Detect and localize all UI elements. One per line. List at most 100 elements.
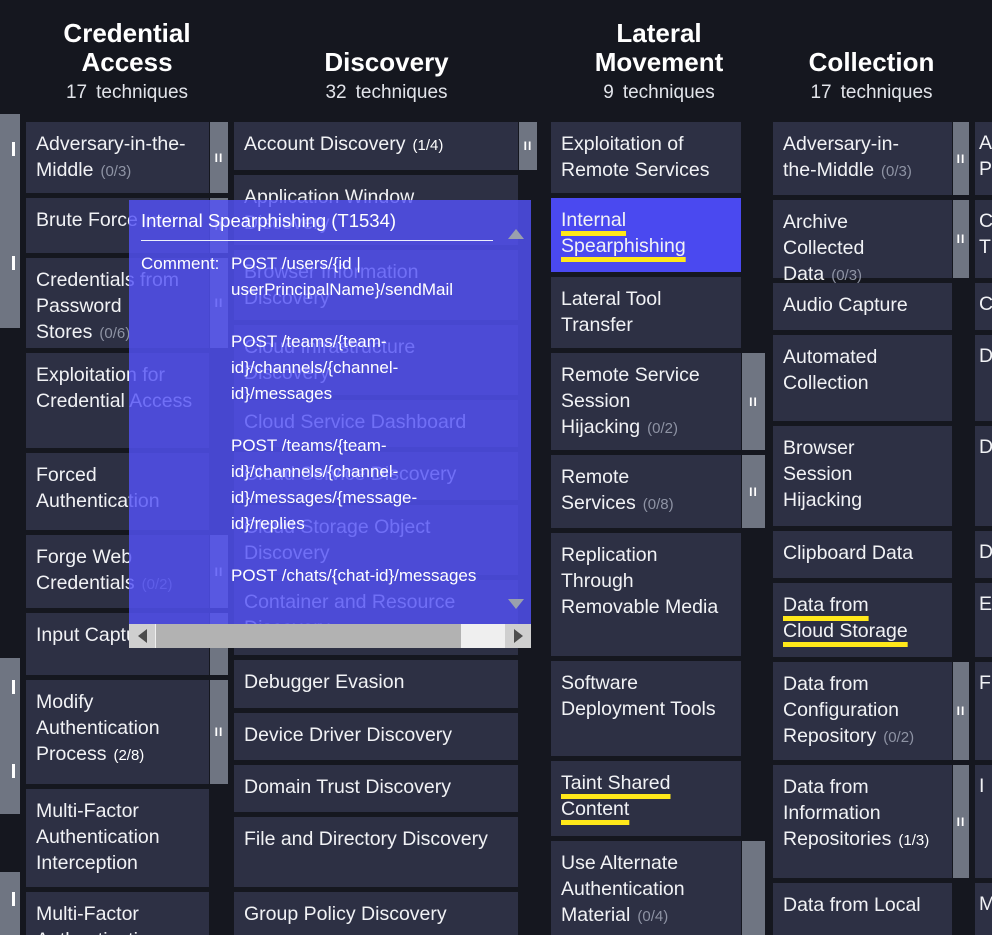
technique-cell[interactable]: Domain Trust Discovery xyxy=(234,765,518,812)
subtechnique-count: (0/2) xyxy=(883,729,914,746)
technique-label-fragment: M xyxy=(979,893,992,915)
tooltip-horizontal-scrollbar[interactable] xyxy=(129,624,531,648)
technique-cell[interactable]: Multi-Factor Authentication xyxy=(26,892,209,935)
technique-label-fragment: C T xyxy=(979,210,992,258)
clipped-technique-cell[interactable]: D xyxy=(975,531,992,578)
technique-cell[interactable]: File and Directory Discovery xyxy=(234,817,518,887)
handle-bar-icon xyxy=(12,892,15,906)
horizontal-scroll-thumb[interactable] xyxy=(156,624,461,648)
tactic-header-lateral-movement: Lateral Movement 9techniques xyxy=(551,0,767,108)
technique-row: Data from Cloud Storage xyxy=(773,583,970,657)
technique-cell[interactable]: Lateral Tool Transfer xyxy=(551,277,741,348)
technique-count-unit: techniques xyxy=(623,82,715,103)
expand-subtechniques-handle[interactable]: II xyxy=(953,122,969,195)
tooltip-comment-paragraph: POST /teams/{team-id}/channels/{channel-… xyxy=(231,433,477,537)
technique-row: Modify Authentication Process(2/8)II xyxy=(26,680,228,784)
clipped-subtechnique-handle[interactable] xyxy=(0,658,20,814)
technique-cell[interactable]: Use Alternate Authentication Material(0/… xyxy=(551,841,741,935)
tooltip-scroll-up-button[interactable] xyxy=(503,222,529,246)
technique-label: File and Directory Discovery xyxy=(244,828,488,850)
technique-cell[interactable]: Remote Service Session Hijacking(0/2) xyxy=(551,353,741,450)
technique-cell[interactable]: Taint Shared Content xyxy=(551,761,741,836)
tooltip-comment-paragraph: POST /chats/{chat-id}/messages xyxy=(231,563,477,589)
technique-row: File and Directory Discovery xyxy=(234,817,539,887)
technique-cell[interactable]: Debugger Evasion xyxy=(234,660,518,708)
technique-cell[interactable]: Data from Cloud Storage xyxy=(773,583,952,657)
technique-row: Multi-Factor Authentication xyxy=(26,892,228,935)
technique-label-fragment: C xyxy=(979,293,992,315)
expand-subtechniques-handle[interactable]: II xyxy=(742,353,765,450)
clipped-technique-cell[interactable]: D xyxy=(975,335,992,421)
expand-subtechniques-handle[interactable]: II xyxy=(210,122,228,193)
subtechnique-count: (1/3) xyxy=(898,832,929,849)
technique-label-fragment: E xyxy=(979,593,992,615)
technique-label: Lateral Tool Transfer xyxy=(561,288,661,336)
clipped-technique-cell[interactable]: I xyxy=(975,765,992,878)
technique-cell[interactable]: Software Deployment Tools xyxy=(551,661,741,756)
technique-label: Domain Trust Discovery xyxy=(244,776,451,798)
technique-label: Multi-Factor Authentication Interception xyxy=(36,800,160,874)
technique-label: Audio Capture xyxy=(783,294,908,316)
technique-cell[interactable]: Remote Services(0/8) xyxy=(551,455,741,528)
tactic-header-collection: Collection 17 techniques xyxy=(773,0,970,108)
technique-row: Remote Service Session Hijacking(0/2)II xyxy=(551,353,767,450)
scroll-right-button[interactable] xyxy=(505,624,531,648)
technique-cell[interactable]: Modify Authentication Process(2/8) xyxy=(26,680,209,784)
technique-cell[interactable]: Internal Spearphishing xyxy=(551,198,741,272)
expand-subtechniques-handle[interactable]: II xyxy=(742,455,765,528)
scroll-up-icon xyxy=(508,229,524,239)
technique-cell[interactable]: Adversary-in-the-Middle(0/3) xyxy=(26,122,209,193)
clipped-technique-cell[interactable]: D xyxy=(975,426,992,526)
clipped-technique-cell[interactable]: A P xyxy=(975,122,992,195)
technique-cell[interactable]: Archive Collected Data(0/3) xyxy=(773,200,952,278)
technique-row: Adversary-in-the-Middle(0/3)II xyxy=(26,122,228,193)
technique-label: Taint Shared Content xyxy=(561,772,671,820)
technique-cell[interactable]: Data from Configuration Repository(0/2) xyxy=(773,662,952,760)
technique-row: Use Alternate Authentication Material(0/… xyxy=(551,841,767,935)
technique-cell[interactable]: Adversary-in-the-Middle(0/3) xyxy=(773,122,952,195)
clipped-technique-cell[interactable]: C T xyxy=(975,200,992,278)
clipped-technique-cell[interactable]: C xyxy=(975,283,992,330)
technique-cell[interactable]: Browser Session Hijacking xyxy=(773,426,952,526)
technique-cell[interactable]: Automated Collection xyxy=(773,335,952,421)
technique-cell[interactable]: Replication Through Removable Media xyxy=(551,533,741,656)
technique-label: Remote Service Session Hijacking xyxy=(561,364,700,438)
technique-cell[interactable]: Exploitation of Remote Services xyxy=(551,122,741,193)
clipped-subtechnique-handle[interactable] xyxy=(0,872,20,935)
tactic-technique-count: 32techniques xyxy=(325,82,447,108)
expand-subtechniques-handle[interactable]: II xyxy=(953,765,969,878)
technique-cell[interactable]: Data from Local xyxy=(773,883,952,935)
technique-cell[interactable]: Account Discovery(1/4) xyxy=(234,122,518,170)
technique-count-unit: techniques xyxy=(356,82,448,103)
tooltip-scroll-down-button[interactable] xyxy=(503,592,529,616)
clipped-technique-cell[interactable]: F xyxy=(975,662,992,760)
technique-label: Software Deployment Tools xyxy=(561,672,716,720)
expand-subtechniques-handle[interactable]: II xyxy=(953,200,969,278)
technique-label: Internal Spearphishing xyxy=(561,209,686,257)
scroll-left-button[interactable] xyxy=(129,624,155,648)
technique-cell[interactable]: Group Policy Discovery xyxy=(234,892,518,935)
tactic-column-collection: Adversary-in-the-Middle(0/3)IIArchive Co… xyxy=(773,122,970,935)
technique-cell[interactable]: Multi-Factor Authentication Interception xyxy=(26,789,209,887)
technique-cell[interactable]: Device Driver Discovery xyxy=(234,713,518,760)
technique-row: Taint Shared Content xyxy=(551,761,767,836)
clipped-technique-cell[interactable]: E xyxy=(975,583,992,657)
technique-row: Debugger Evasion xyxy=(234,660,539,708)
technique-label: Debugger Evasion xyxy=(244,671,404,693)
expand-subtechniques-handle[interactable]: II xyxy=(742,841,765,935)
technique-cell[interactable]: Data from Information Repositories(1/3) xyxy=(773,765,952,878)
clipped-technique-cell[interactable]: M xyxy=(975,883,992,935)
tactic-title: Collection xyxy=(809,48,935,77)
technique-count-unit: techniques xyxy=(841,82,933,103)
expand-subtechniques-handle[interactable]: II xyxy=(210,680,228,784)
technique-row: Archive Collected Data(0/3)II xyxy=(773,200,970,278)
expand-subtechniques-handle[interactable]: II xyxy=(519,122,537,170)
technique-label: Clipboard Data xyxy=(783,542,913,564)
technique-count-number: 17 xyxy=(810,82,831,103)
technique-cell[interactable]: Audio Capture xyxy=(773,283,952,330)
technique-label: Browser Session Hijacking xyxy=(783,437,862,511)
technique-label-fragment: D xyxy=(979,345,992,367)
technique-cell[interactable]: Clipboard Data xyxy=(773,531,952,578)
expand-subtechniques-handle[interactable]: II xyxy=(953,662,969,760)
clipped-subtechnique-handle[interactable] xyxy=(0,114,20,328)
